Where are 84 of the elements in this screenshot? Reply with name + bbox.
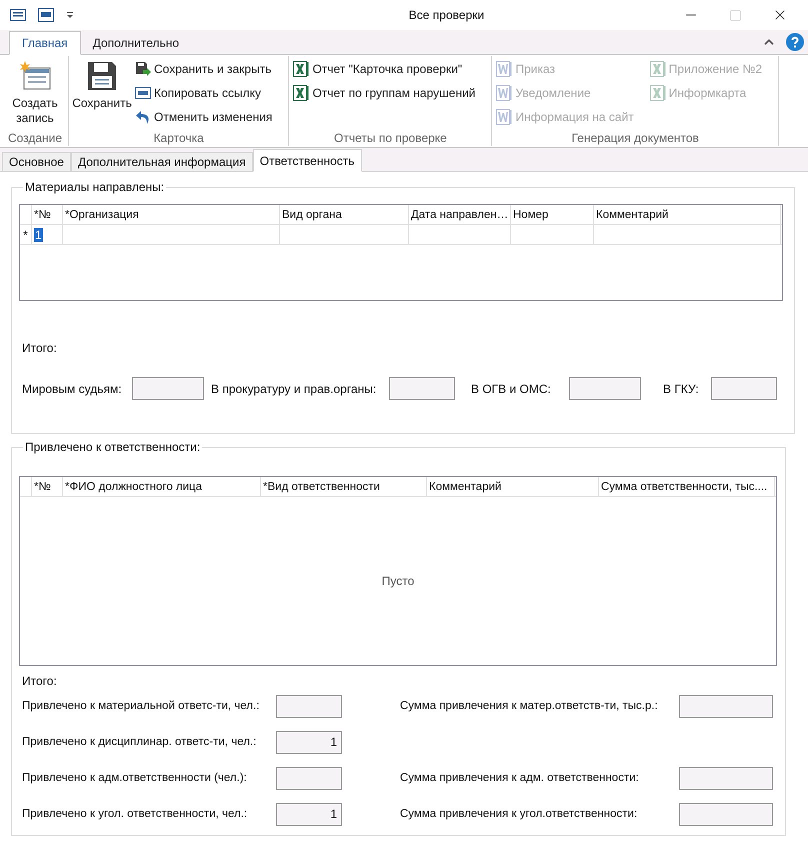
help-icon[interactable] <box>786 32 804 50</box>
ribbon-button[interactable]: Отменить изменения <box>135 108 272 126</box>
input-field[interactable] <box>132 377 204 400</box>
column-header[interactable]: Комментарий <box>427 477 599 496</box>
button-label: Информация на сайт <box>515 109 634 126</box>
input-field[interactable]: 1 <box>276 731 342 754</box>
ribbon-group-label: Создание <box>6 130 64 146</box>
spreadsheet-icon <box>293 61 310 77</box>
ribbon-group-label: Карточка <box>152 130 205 146</box>
group-title: Привлечено к ответственности: <box>24 439 202 456</box>
button-label: Сохранить <box>72 96 132 111</box>
ribbon-large-button[interactable]: Сохранить <box>73 60 131 130</box>
input-field[interactable] <box>711 377 777 400</box>
ribbon-button[interactable]: Отчет "Карточка проверки" <box>293 60 476 78</box>
field-label: В ГКУ: <box>662 380 700 398</box>
form-tab[interactable]: Дополнительная информация <box>70 152 253 172</box>
abc-field-icon <box>135 85 151 101</box>
column-header[interactable]: Дата направлен… <box>409 205 511 224</box>
ribbon-button[interactable]: Копировать ссылку <box>135 84 272 102</box>
ribbon-group-label: Отчеты по проверке <box>333 130 448 146</box>
undo-icon <box>135 109 151 125</box>
dropdown-icon[interactable] <box>66 11 74 19</box>
document-icon <box>496 109 512 125</box>
column-header[interactable]: Номер <box>511 205 594 224</box>
totals-label: Итого: <box>22 340 58 357</box>
form-icon[interactable] <box>10 9 26 21</box>
field-label: В прокуратуру и прав.органы: <box>211 380 378 398</box>
input-field[interactable]: 1 <box>276 803 342 826</box>
spreadsheet-icon <box>293 85 310 101</box>
field-label: Сумма привлечения к угол.ответственности: <box>400 806 638 822</box>
button-label: Приказ <box>515 61 556 78</box>
button-label: Информкарта <box>668 85 746 102</box>
ribbon-tab[interactable]: Главная <box>9 31 81 55</box>
window-title: Все проверки <box>408 7 486 24</box>
button-label: Копировать ссылку <box>154 85 261 102</box>
field-label: Мировым судьям: <box>22 380 123 398</box>
new-record-icon <box>19 60 51 92</box>
input-field[interactable] <box>569 377 641 400</box>
spreadsheet-icon <box>650 85 666 101</box>
column-header[interactable]: Сумма ответственности, тыс.... <box>599 477 775 496</box>
field-label: Сумма привлечения к матер.ответств-ти, тыс.р.: <box>400 698 659 714</box>
column-header[interactable]: Комментарий <box>594 205 781 224</box>
document-icon <box>496 61 512 77</box>
form-tab[interactable]: Основное <box>2 152 71 172</box>
totals-label: Итого: <box>22 673 58 690</box>
ribbon-group-label: Генерация документов <box>570 130 700 146</box>
field-label: Привлечено к дисциплинар. ответс-ти, чел.: <box>22 734 258 750</box>
input-field[interactable] <box>276 767 342 790</box>
field-label: Привлечено к угол. ответственности, чел.: <box>22 806 248 822</box>
input-field[interactable] <box>679 803 773 826</box>
column-header[interactable]: *Организация <box>63 205 280 224</box>
ribbon-large-button[interactable]: Создать запись <box>6 60 64 130</box>
column-header[interactable]: *Вид ответственности <box>261 477 427 496</box>
button-label: Создать запись <box>11 96 59 126</box>
column-header[interactable]: *ФИО должностного лица <box>63 477 261 496</box>
maximize-icon[interactable] <box>729 8 742 22</box>
input-field[interactable] <box>679 767 773 790</box>
input-field[interactable] <box>276 695 342 718</box>
field-label: Привлечено к материальной ответс-ти, чел.: <box>22 698 260 714</box>
button-label: Отчет по группам нарушений <box>312 85 476 102</box>
ribbon-tab[interactable]: Дополнительно <box>80 31 192 55</box>
column-header[interactable]: *№ <box>32 205 63 224</box>
button-label: Отменить изменения <box>154 109 272 126</box>
abc-field-icon[interactable] <box>38 8 54 22</box>
document-icon <box>496 85 512 101</box>
ribbon-button[interactable]: Сохранить и закрыть <box>135 60 272 78</box>
table-cell[interactable]: 1 <box>32 225 63 244</box>
field-label: Привлечено к адм.ответственности (чел.): <box>22 770 248 786</box>
field-label: Сумма привлечения к адм. ответственности: <box>400 770 640 786</box>
empty-text: Пусто <box>382 573 414 590</box>
input-field[interactable] <box>389 377 455 400</box>
input-field[interactable] <box>679 695 773 718</box>
spreadsheet-icon <box>650 61 666 77</box>
column-header[interactable]: Вид органа <box>280 205 409 224</box>
group-title: Материалы направлены: <box>24 179 166 196</box>
field-label: В ОГВ и ОМС: <box>470 380 552 398</box>
form-tab[interactable]: Ответственность <box>252 149 362 172</box>
save-arrow-icon <box>135 61 151 77</box>
button-label: Приложение №2 <box>668 61 762 78</box>
ribbon-button[interactable]: Отчет по группам нарушений <box>293 84 476 102</box>
button-label: Сохранить и закрыть <box>154 61 272 78</box>
button-label: Отчет "Карточка проверки" <box>312 61 462 78</box>
button-label: Уведомление <box>515 85 591 102</box>
column-header[interactable]: *№ <box>32 477 63 496</box>
